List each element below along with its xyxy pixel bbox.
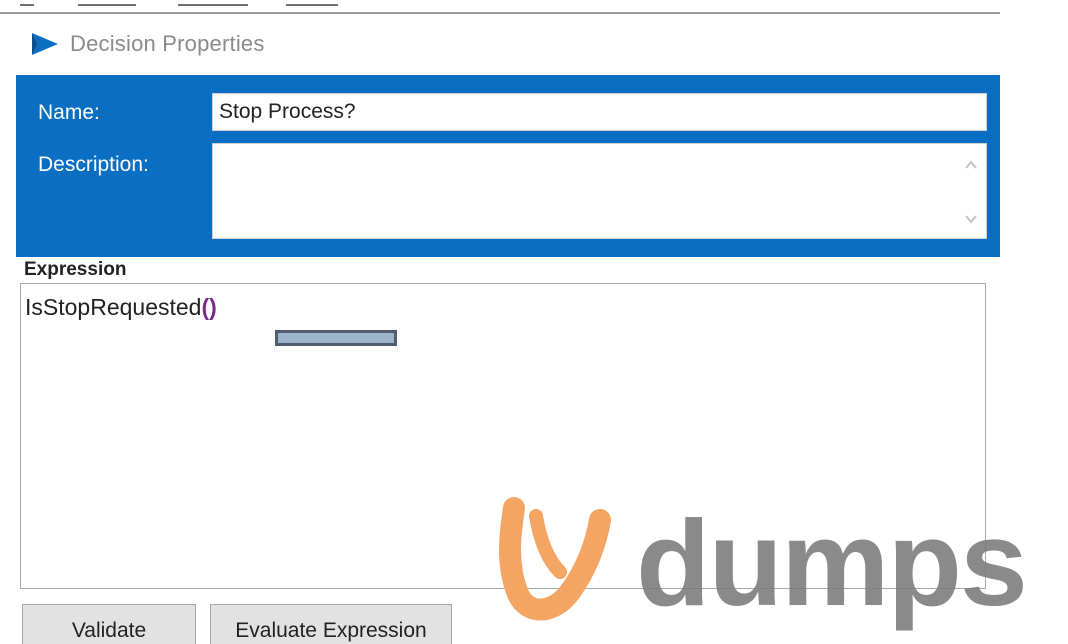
expression-function: IsStopRequested [25,294,202,320]
expression-text[interactable]: IsStopRequested() [25,294,217,321]
window-title: Decision Properties [70,31,265,56]
scroll-down-icon[interactable] [964,212,978,226]
title-bar: Decision Properties [28,26,265,62]
menu-fragment [286,0,338,6]
autocomplete-popup[interactable] [275,330,397,346]
expression-parens: () [201,294,217,320]
menu-fragment [20,0,34,6]
menu-strip-cutoff [0,0,1000,14]
description-label: Description: [38,153,149,176]
expression-label: Expression [24,259,127,280]
description-scrollbar[interactable] [956,144,986,238]
scroll-up-icon[interactable] [964,158,978,172]
description-textarea[interactable] [212,143,987,239]
decision-properties-window: Decision Properties Name: Description: E… [0,0,1068,644]
evaluate-expression-button[interactable]: Evaluate Expression [210,604,452,644]
name-input[interactable] [212,93,987,131]
properties-panel: Name: Description: [16,75,1000,257]
menu-fragment [178,0,248,6]
name-label: Name: [38,101,100,124]
watermark-text: dumps [636,495,1028,631]
menu-fragment [78,0,136,6]
watermark-logo-icon [499,497,611,621]
blueprism-logo-icon [32,33,58,55]
watermark: dumps [496,494,1068,644]
autocomplete-item[interactable] [278,333,394,343]
validate-button[interactable]: Validate [22,604,196,644]
